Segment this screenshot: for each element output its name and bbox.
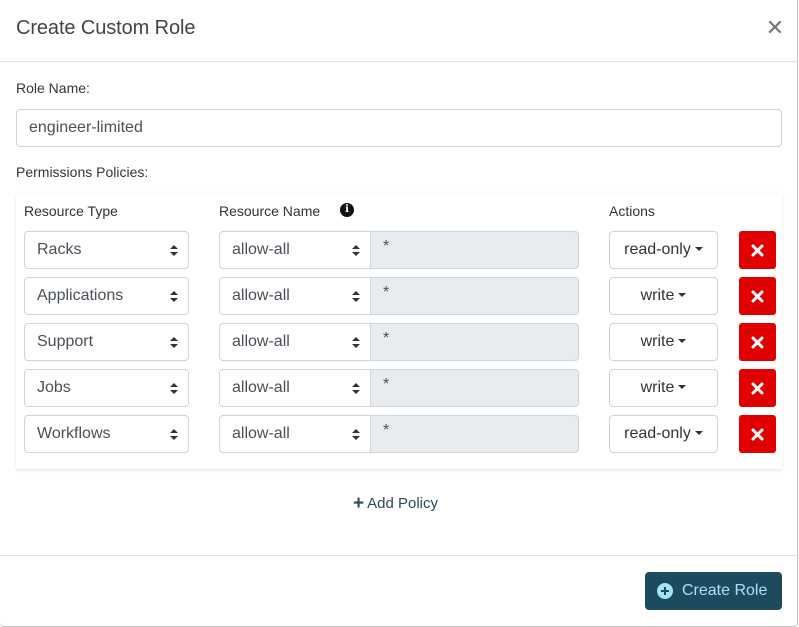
resource-type-value: Jobs bbox=[37, 379, 71, 396]
sort-arrows-icon bbox=[352, 429, 360, 440]
action-dropdown[interactable]: read-only bbox=[609, 415, 718, 453]
sort-arrows-icon bbox=[352, 245, 360, 256]
resource-name-mode-value: allow-all bbox=[232, 379, 290, 396]
add-policy-button[interactable]: + Add Policy bbox=[353, 493, 438, 515]
resource-type-select[interactable]: Racks bbox=[24, 231, 189, 269]
action-dropdown[interactable]: write bbox=[609, 323, 718, 361]
policy-row: Support allow-all * write bbox=[16, 323, 782, 361]
resource-type-value: Applications bbox=[37, 287, 124, 304]
times-icon bbox=[751, 290, 764, 303]
action-value: write bbox=[640, 379, 675, 396]
resource-name-mode-select[interactable]: allow-all bbox=[219, 231, 371, 269]
resource-type-select[interactable]: Workflows bbox=[24, 415, 189, 453]
create-role-label: Create Role bbox=[682, 582, 768, 599]
times-icon bbox=[751, 244, 764, 257]
resource-name-mode-select[interactable]: allow-all bbox=[219, 415, 371, 453]
resource-type-value: Racks bbox=[37, 241, 82, 258]
resource-name-input[interactable]: * bbox=[370, 231, 579, 269]
times-icon bbox=[751, 428, 764, 441]
sort-arrows-icon bbox=[170, 245, 178, 256]
modal-header: Create Custom Role ✕ bbox=[0, 0, 797, 62]
delete-policy-button[interactable] bbox=[739, 369, 776, 407]
action-dropdown[interactable]: write bbox=[609, 369, 718, 407]
resource-type-select[interactable]: Applications bbox=[24, 277, 189, 315]
action-value: read-only bbox=[624, 425, 691, 442]
resource-name-mode-select[interactable]: allow-all bbox=[219, 277, 371, 315]
resource-type-select[interactable]: Jobs bbox=[24, 369, 189, 407]
resource-name-mode-select[interactable]: allow-all bbox=[219, 323, 371, 361]
close-icon: ✕ bbox=[765, 15, 785, 40]
info-circle-icon[interactable]: i bbox=[340, 203, 354, 217]
sort-arrows-icon bbox=[352, 337, 360, 348]
actions-header: Actions bbox=[609, 203, 655, 219]
resource-type-value: Workflows bbox=[37, 425, 111, 442]
plus-icon: + bbox=[353, 493, 365, 514]
resource-name-mode-select[interactable]: allow-all bbox=[219, 369, 371, 407]
resource-name-header: Resource Name bbox=[219, 203, 321, 219]
resource-name-mode-value: allow-all bbox=[232, 241, 290, 258]
action-value: read-only bbox=[624, 241, 691, 258]
resource-name-mode-value: allow-all bbox=[232, 287, 290, 304]
delete-policy-button[interactable] bbox=[739, 277, 776, 315]
delete-policy-button[interactable] bbox=[739, 231, 776, 269]
policy-row: Jobs allow-all * write bbox=[16, 369, 782, 407]
resource-type-select[interactable]: Support bbox=[24, 323, 189, 361]
role-name-label: Role Name: bbox=[16, 80, 90, 96]
resource-name-value: * bbox=[383, 330, 390, 347]
resource-type-value: Support bbox=[37, 333, 94, 350]
permissions-policies-label: Permissions Policies: bbox=[16, 164, 149, 180]
resource-name-value: * bbox=[383, 376, 390, 393]
add-policy-label: Add Policy bbox=[367, 495, 438, 512]
resource-type-header: Resource Type bbox=[24, 203, 118, 219]
action-dropdown[interactable]: write bbox=[609, 277, 718, 315]
sort-arrows-icon bbox=[170, 429, 178, 440]
sort-arrows-icon bbox=[170, 337, 178, 348]
plus-circle-icon bbox=[657, 583, 673, 599]
sort-arrows-icon bbox=[170, 383, 178, 394]
resource-name-value: * bbox=[383, 422, 390, 439]
times-icon bbox=[751, 336, 764, 349]
resource-name-mode-value: allow-all bbox=[232, 425, 290, 442]
caret-down-icon bbox=[678, 293, 687, 297]
policy-row: Racks allow-all * read-only bbox=[16, 231, 782, 269]
action-dropdown[interactable]: read-only bbox=[609, 231, 718, 269]
resource-name-input[interactable]: * bbox=[370, 415, 579, 453]
policy-panel: Resource Type Resource Name i Actions Ra… bbox=[16, 193, 782, 469]
resource-name-input[interactable]: * bbox=[370, 369, 579, 407]
caret-down-icon bbox=[694, 431, 703, 435]
modal-title: Create Custom Role bbox=[16, 17, 196, 39]
resource-name-mode-value: allow-all bbox=[232, 333, 290, 350]
create-role-button[interactable]: Create Role bbox=[645, 572, 782, 610]
sort-arrows-icon bbox=[170, 291, 178, 302]
caret-down-icon bbox=[678, 339, 687, 343]
resource-name-input[interactable]: * bbox=[370, 277, 579, 315]
create-custom-role-modal: Create Custom Role ✕ Role Name: Permissi… bbox=[0, 0, 798, 627]
close-button[interactable]: ✕ bbox=[765, 15, 785, 40]
policy-row: Applications allow-all * write bbox=[16, 277, 782, 315]
resource-name-value: * bbox=[383, 238, 390, 255]
sort-arrows-icon bbox=[352, 383, 360, 394]
role-name-input[interactable] bbox=[16, 109, 782, 147]
resource-name-input[interactable]: * bbox=[370, 323, 579, 361]
action-value: write bbox=[640, 287, 675, 304]
footer-divider bbox=[0, 555, 797, 556]
sort-arrows-icon bbox=[352, 291, 360, 302]
policy-row: Workflows allow-all * read-only bbox=[16, 415, 782, 453]
resource-name-value: * bbox=[383, 284, 390, 301]
delete-policy-button[interactable] bbox=[739, 415, 776, 453]
delete-policy-button[interactable] bbox=[739, 323, 776, 361]
times-icon bbox=[751, 382, 764, 395]
action-value: write bbox=[640, 333, 675, 350]
caret-down-icon bbox=[678, 385, 687, 389]
caret-down-icon bbox=[694, 247, 703, 251]
